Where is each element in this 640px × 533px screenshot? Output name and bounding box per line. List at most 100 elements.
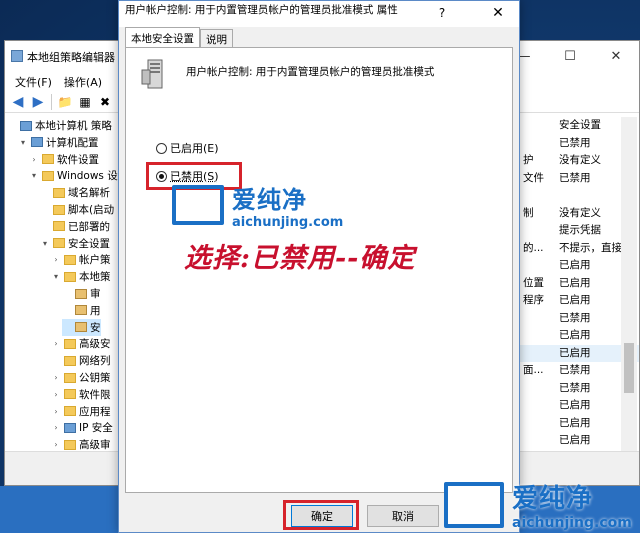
tree-node[interactable]: ▾ 本地策 bbox=[51, 268, 111, 285]
tree-node[interactable]: 网络列 bbox=[51, 352, 111, 369]
scrollbar-thumb[interactable] bbox=[624, 343, 634, 393]
pc-icon bbox=[20, 120, 32, 131]
folder-icon bbox=[42, 154, 54, 165]
tree-node-label: 计算机配置 bbox=[46, 136, 99, 149]
collapse-icon[interactable]: ▾ bbox=[40, 239, 50, 248]
dialog-title: 用户帐户控制: 用于内置管理员帐户的管理员批准模式 属性 bbox=[125, 4, 398, 16]
tree-node[interactable]: 安 bbox=[62, 318, 101, 336]
tree-node[interactable]: 已部署的 bbox=[40, 218, 110, 235]
help-icon[interactable]: ? bbox=[427, 1, 457, 25]
delete-icon[interactable]: ✖ bbox=[96, 94, 114, 110]
expand-icon[interactable]: › bbox=[51, 440, 61, 449]
corner-watermark-name: 爱纯净 bbox=[512, 484, 594, 514]
tree-node[interactable]: ▾ 计算机配置 bbox=[18, 134, 99, 151]
back-arrow-icon[interactable]: ◀ bbox=[9, 94, 27, 110]
tree-node[interactable]: 用 bbox=[62, 302, 101, 319]
radio-enabled-circle[interactable] bbox=[156, 142, 167, 154]
expand-icon[interactable]: › bbox=[29, 155, 39, 164]
tree-node[interactable]: ▾ 安全设置 bbox=[40, 235, 110, 252]
folder-icon bbox=[64, 271, 76, 282]
collapse-icon[interactable]: ▾ bbox=[29, 171, 39, 180]
tree-node-label: 用 bbox=[90, 304, 101, 317]
lock-icon bbox=[75, 288, 87, 299]
radio-enabled-label: 已启用(E) bbox=[170, 142, 219, 155]
tree-node-label: 应用程 bbox=[79, 405, 111, 418]
tree-node[interactable]: › 公钥策 bbox=[51, 369, 110, 386]
tree-node[interactable]: › 软件设置 bbox=[29, 151, 99, 168]
vertical-scrollbar[interactable] bbox=[621, 117, 637, 451]
tree-node-label: 软件设置 bbox=[57, 153, 99, 166]
policy-name-cell: 位置 bbox=[523, 276, 544, 289]
tree-node[interactable]: ▾ Windows 设 bbox=[29, 167, 118, 184]
toolbar-divider bbox=[51, 93, 52, 110]
show-tree-icon[interactable]: ▦ bbox=[76, 94, 94, 110]
close-icon[interactable]: ✕ bbox=[593, 41, 639, 71]
folder-icon bbox=[64, 406, 76, 417]
lock-icon bbox=[75, 322, 87, 333]
tree-node-label: 本地策 bbox=[79, 271, 111, 284]
tab-explain[interactable]: 说明 bbox=[200, 29, 233, 47]
ok-highlight-box bbox=[283, 500, 359, 530]
expand-icon[interactable]: › bbox=[51, 373, 61, 382]
tree-node[interactable]: › 应用程 bbox=[51, 403, 111, 420]
up-folder-icon[interactable]: 📁 bbox=[56, 94, 74, 110]
tree-node[interactable]: 审 bbox=[62, 285, 101, 302]
tree-node[interactable]: 域名解析 bbox=[40, 184, 110, 201]
policy-setting-cell: 已禁用 bbox=[559, 311, 591, 324]
policy-setting-cell: 已启用 bbox=[559, 399, 591, 411]
dialog-titlebar[interactable]: 用户帐户控制: 用于内置管理员帐户的管理员批准模式 属性 ? ✕ bbox=[119, 1, 519, 27]
folder-icon bbox=[64, 338, 76, 349]
tree-node[interactable]: › 软件限 bbox=[51, 386, 110, 403]
setting-description: 用户帐户控制: 用于内置管理员帐户的管理员批准模式 bbox=[186, 66, 435, 78]
tree-node[interactable]: › IP 安全 bbox=[51, 419, 112, 436]
tree-node-label: 安 bbox=[90, 321, 101, 334]
folder-icon bbox=[53, 221, 65, 232]
watermark-name: 爱纯净 bbox=[232, 186, 307, 214]
menu-action[interactable]: 操作(A) bbox=[58, 71, 108, 91]
tree-node[interactable]: 脚本(启动 bbox=[40, 201, 114, 218]
watermark: 爱纯净 aichunjing.com bbox=[172, 180, 343, 230]
policy-setting-cell: 没有定义 bbox=[559, 154, 601, 166]
tree-node-label: 本地计算机 策略 bbox=[35, 120, 112, 132]
corner-watermark: 爱纯净 aichunjing.com bbox=[444, 478, 632, 531]
forward-arrow-icon[interactable]: ▶ bbox=[29, 94, 47, 110]
maximize-icon[interactable]: ☐ bbox=[547, 41, 593, 71]
tree-node-label: 域名解析 bbox=[68, 187, 110, 200]
collapse-icon[interactable]: ▾ bbox=[18, 138, 28, 147]
policy-setting-cell: 已启用 bbox=[559, 434, 591, 446]
collapse-icon[interactable]: ▾ bbox=[51, 272, 61, 281]
tree-node[interactable]: › 高级审 bbox=[51, 436, 111, 451]
menu-file[interactable]: 文件(F) bbox=[9, 71, 58, 91]
tree-node-label: 已部署的 bbox=[68, 220, 110, 233]
dialog-tabs: 本地安全设置 说明 bbox=[125, 27, 233, 47]
expand-icon[interactable]: › bbox=[51, 423, 61, 432]
expand-icon[interactable]: › bbox=[51, 407, 61, 416]
tree-node[interactable]: › 帐户策 bbox=[51, 251, 110, 268]
policy-setting-cell: 已启用 bbox=[559, 416, 591, 429]
cancel-button[interactable]: 取消 bbox=[367, 505, 439, 527]
expand-icon[interactable]: › bbox=[51, 390, 61, 399]
gpe-title: 本地组策略编辑器 bbox=[27, 51, 115, 64]
tree-node-label: 网络列 bbox=[79, 355, 111, 368]
radio-enabled[interactable]: 已启用(E) bbox=[156, 140, 219, 156]
expand-icon[interactable]: › bbox=[51, 255, 61, 264]
folder-icon bbox=[42, 170, 54, 181]
properties-dialog: 用户帐户控制: 用于内置管理员帐户的管理员批准模式 属性 ? ✕ 本地安全设置 … bbox=[118, 0, 520, 533]
expand-icon[interactable]: › bbox=[51, 339, 61, 348]
folder-icon bbox=[53, 238, 65, 249]
tab-local-security-setting[interactable]: 本地安全设置 bbox=[125, 27, 200, 47]
policy-setting-cell: 已启用 bbox=[559, 329, 591, 341]
folder-icon bbox=[64, 372, 76, 383]
policy-setting-cell: 没有定义 bbox=[559, 206, 601, 219]
policy-setting-cell: 已禁用 bbox=[559, 136, 591, 149]
tree-node-label: 高级审 bbox=[79, 439, 111, 451]
policy-name-cell: 面... bbox=[523, 364, 544, 376]
tree-node[interactable]: › 高级安 bbox=[51, 335, 110, 352]
policy-setting-cell: 已启用 bbox=[559, 276, 591, 289]
policy-name-cell: 的... bbox=[523, 241, 544, 254]
policy-setting-cell: 安全设置 bbox=[559, 119, 601, 131]
tree-node[interactable]: 本地计算机 策略 bbox=[7, 117, 112, 134]
corner-watermark-logo-icon bbox=[444, 481, 504, 528]
dialog-close-icon[interactable]: ✕ bbox=[481, 1, 515, 25]
policy-name-cell: 程序 bbox=[523, 294, 544, 306]
